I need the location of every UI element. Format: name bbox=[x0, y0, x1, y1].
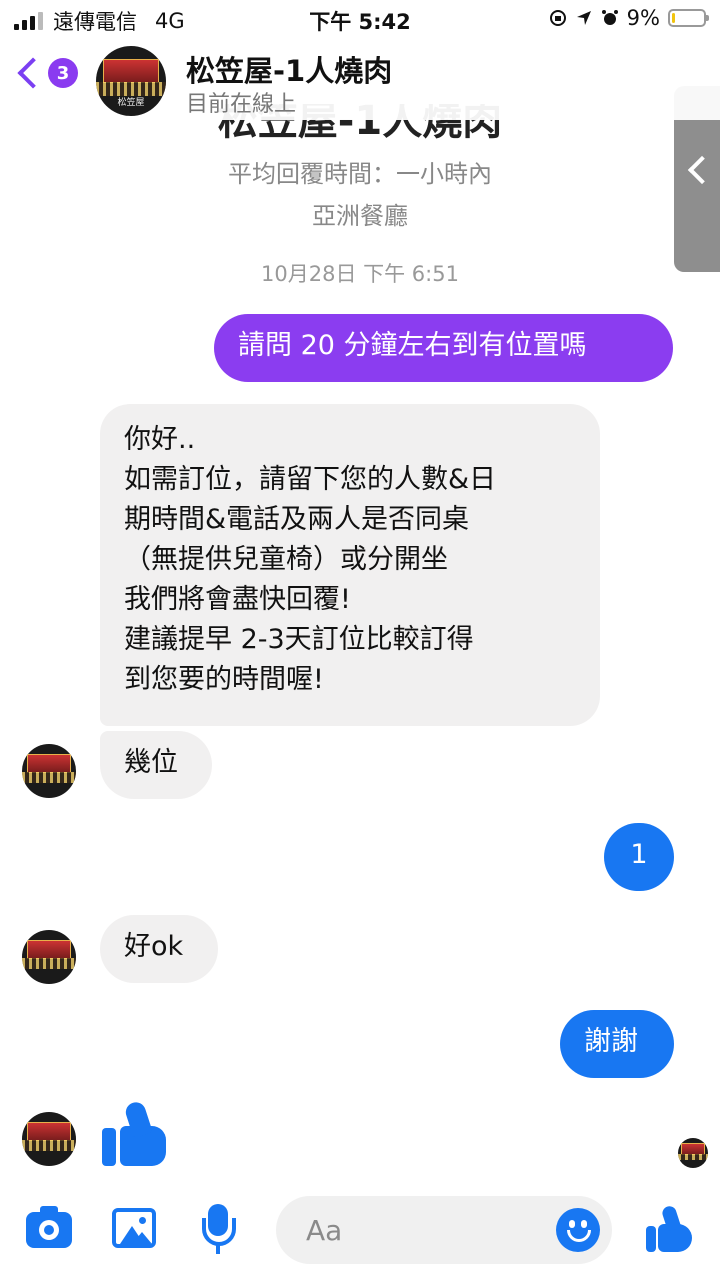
incoming-message[interactable]: 幾位 bbox=[100, 731, 212, 799]
back-chevron-icon bbox=[17, 57, 49, 89]
microphone-icon[interactable] bbox=[200, 1204, 236, 1256]
emoji-icon[interactable] bbox=[556, 1208, 600, 1252]
like-button[interactable] bbox=[644, 1204, 694, 1254]
message-line: 我們將會盡快回覆! bbox=[124, 584, 351, 615]
unread-badge: 3 bbox=[48, 58, 78, 88]
gallery-icon[interactable] bbox=[112, 1208, 156, 1248]
camera-icon[interactable] bbox=[26, 1206, 72, 1248]
composer-bar: Aa bbox=[0, 1190, 720, 1280]
read-receipt-avatar bbox=[678, 1138, 708, 1168]
message-line: 你好.. bbox=[124, 424, 196, 455]
message-line: 到您要的時間喔! bbox=[124, 664, 324, 695]
message-input-placeholder: Aa bbox=[306, 1214, 343, 1247]
outgoing-message[interactable]: 謝謝 bbox=[560, 1010, 674, 1078]
presence-status: 目前在線上 bbox=[186, 92, 297, 117]
message-input[interactable]: Aa bbox=[276, 1196, 612, 1264]
battery-percent: 9% bbox=[626, 6, 660, 30]
message-line: （無提供兒童椅）或分開坐 bbox=[124, 544, 448, 575]
chevron-left-icon bbox=[687, 155, 717, 185]
incoming-message[interactable]: 好ok bbox=[100, 915, 218, 983]
avatar[interactable] bbox=[22, 744, 76, 798]
contact-name[interactable]: 松笠屋-1人燒肉 bbox=[186, 48, 392, 90]
message-line: 如需訂位，請留下您的人數&日 bbox=[124, 464, 497, 495]
avatar[interactable] bbox=[22, 930, 76, 984]
location-icon bbox=[575, 9, 593, 27]
outgoing-message[interactable]: 1 bbox=[604, 823, 674, 891]
outgoing-message[interactable]: 請問 20 分鐘左右到有位置嗎 bbox=[214, 314, 673, 382]
message-timestamp: 10月28日 下午 6:51 bbox=[261, 262, 459, 286]
alarm-icon bbox=[601, 9, 619, 27]
avatar[interactable]: 松笠屋 bbox=[96, 46, 166, 116]
page-category: 亞洲餐廳 bbox=[312, 202, 408, 230]
avatar[interactable] bbox=[22, 1112, 76, 1166]
response-time: 平均回覆時間：一小時內 bbox=[228, 160, 492, 188]
message-line: 建議提早 2-3天訂位比較訂得 bbox=[124, 624, 474, 655]
chat-header: 3 松笠屋 松笠屋-1人燒肉 目前在線上 bbox=[0, 40, 720, 120]
back-button[interactable]: 3 bbox=[16, 57, 78, 89]
like-icon[interactable] bbox=[100, 1098, 170, 1168]
message-line: 期時間&電話及兩人是否同桌 bbox=[124, 504, 470, 535]
status-bar: 遠傳電信 4G 下午 5:42 9% bbox=[0, 0, 720, 40]
orientation-lock-icon bbox=[549, 9, 567, 27]
incoming-message[interactable]: 你好.. 如需訂位，請留下您的人數&日 期時間&電話及兩人是否同桌 （無提供兒童… bbox=[100, 404, 600, 726]
battery-icon bbox=[668, 9, 709, 27]
